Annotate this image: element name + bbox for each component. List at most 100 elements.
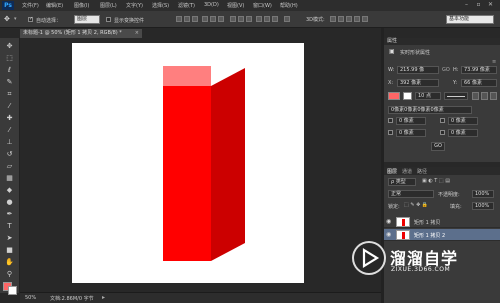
- layer-name[interactable]: 矩形 1 拷贝 2: [414, 232, 445, 239]
- filter-icons[interactable]: ▣ ◐ T ⬚ ▤: [422, 178, 450, 184]
- pen-tool-icon[interactable]: ✒: [4, 209, 15, 219]
- close-tab-icon[interactable]: ×: [135, 29, 139, 38]
- document-canvas[interactable]: [72, 43, 304, 283]
- rectangle-top-shape[interactable]: [163, 66, 211, 86]
- panel-menu-icon[interactable]: ≡: [492, 59, 496, 65]
- gradient-tool-icon[interactable]: ▦: [4, 173, 15, 183]
- align-hcenter-icon[interactable]: [210, 16, 216, 22]
- lasso-tool-icon[interactable]: ℓ: [4, 65, 15, 75]
- clone-stamp-tool-icon[interactable]: ⊥: [4, 137, 15, 147]
- align-vcenter-icon[interactable]: [184, 16, 190, 22]
- corner-topright-field[interactable]: 0 像素: [448, 117, 478, 125]
- auto-select-checkbox[interactable]: ✓: [28, 16, 33, 22]
- close-icon[interactable]: ✕: [486, 1, 495, 9]
- fill-color-swatch[interactable]: [388, 92, 400, 100]
- height-field[interactable]: 73.99 像素: [461, 66, 497, 74]
- layer-name[interactable]: 矩形 1 拷贝: [414, 219, 440, 226]
- minimize-icon[interactable]: –: [462, 1, 471, 9]
- distribute-bottom-icon[interactable]: [246, 16, 252, 22]
- align-bottom-icon[interactable]: [192, 16, 198, 22]
- visibility-eye-icon[interactable]: ◉: [386, 231, 391, 238]
- crop-tool-icon[interactable]: ⌗: [4, 89, 15, 99]
- path-selection-tool-icon[interactable]: ➤: [4, 233, 15, 243]
- stroke-width-field[interactable]: 10 点: [415, 92, 441, 100]
- opacity-field[interactable]: 100%: [472, 190, 494, 198]
- chevron-down-icon[interactable]: ▾: [14, 16, 17, 22]
- 3d-rotate-icon[interactable]: [330, 16, 336, 22]
- brush-tool-icon[interactable]: ⁄: [4, 125, 15, 135]
- transform-controls-checkbox[interactable]: [106, 17, 111, 22]
- fill-field[interactable]: 100%: [472, 202, 494, 210]
- rectangle-front-shape[interactable]: [163, 86, 211, 261]
- menu-window[interactable]: 窗口(W): [253, 2, 272, 9]
- corner-bottomleft-checkbox[interactable]: [388, 130, 393, 135]
- align-right-icon[interactable]: [218, 16, 224, 22]
- tab-layers[interactable]: 图层: [387, 168, 397, 175]
- corner-bottomright-field[interactable]: 0 像素: [448, 129, 478, 137]
- layer-filter-dropdown[interactable]: ρ 类型: [388, 178, 416, 186]
- maximize-icon[interactable]: ▫: [474, 1, 483, 9]
- blend-mode-dropdown[interactable]: 正常: [388, 190, 434, 198]
- corner-bottomright-checkbox[interactable]: [440, 130, 445, 135]
- menu-image[interactable]: 图像(I): [74, 2, 89, 9]
- menu-file[interactable]: 文件(F): [22, 2, 39, 9]
- marquee-tool-icon[interactable]: ⬚: [4, 53, 15, 63]
- tab-channels[interactable]: 通道: [402, 168, 412, 175]
- corner-topright-checkbox[interactable]: [440, 118, 445, 123]
- layer-row-selected[interactable]: ◉ 矩形 1 拷贝 2: [384, 229, 500, 241]
- align-stroke-icon[interactable]: [472, 92, 479, 100]
- menu-type[interactable]: 文字(Y): [126, 2, 143, 9]
- menu-edit[interactable]: 编辑(E): [46, 2, 63, 9]
- rectangle-tool-icon[interactable]: ■: [4, 245, 15, 255]
- zoom-level[interactable]: 50%: [25, 295, 36, 301]
- visibility-eye-icon[interactable]: ◉: [386, 218, 391, 225]
- distribute-vcenter-icon[interactable]: [238, 16, 244, 22]
- type-tool-icon[interactable]: T: [4, 221, 15, 231]
- blur-tool-icon[interactable]: ◆: [4, 185, 15, 195]
- align-left-icon[interactable]: [202, 16, 208, 22]
- corner-radius-summary[interactable]: 0像素0像素0像素0像素: [388, 106, 472, 114]
- link-corners-checkbox[interactable]: [388, 118, 393, 123]
- info-arrow-icon[interactable]: ▸: [102, 294, 105, 301]
- stroke-color-swatch[interactable]: [403, 92, 412, 100]
- move-tool-icon[interactable]: ✥: [4, 41, 15, 51]
- 3d-slide-icon[interactable]: [354, 16, 360, 22]
- menu-view[interactable]: 视图(V): [227, 2, 244, 9]
- history-brush-tool-icon[interactable]: ↺: [4, 149, 15, 159]
- 3d-pan-icon[interactable]: [346, 16, 352, 22]
- corner-topleft-field[interactable]: 0 像素: [396, 117, 426, 125]
- stroke-corners-icon[interactable]: [490, 92, 497, 100]
- tab-paths[interactable]: 路径: [417, 168, 427, 175]
- menu-3d[interactable]: 3D(D): [204, 2, 219, 8]
- stroke-type-dropdown[interactable]: [444, 92, 468, 100]
- distribute-left-icon[interactable]: [256, 16, 262, 22]
- hand-tool-icon[interactable]: ✋: [4, 257, 15, 267]
- menu-select[interactable]: 选择(S): [152, 2, 169, 9]
- x-field[interactable]: 392 像素: [397, 79, 439, 87]
- width-field[interactable]: 215.99 像: [397, 66, 439, 74]
- zoom-tool-icon[interactable]: ⚲: [4, 269, 15, 279]
- corner-bottomleft-field[interactable]: 0 像素: [396, 129, 426, 137]
- workspace-dropdown[interactable]: 基本功能: [446, 15, 494, 24]
- menu-layer[interactable]: 图层(L): [100, 2, 117, 9]
- 3d-scale-icon[interactable]: [362, 16, 368, 22]
- lock-icons[interactable]: ⬚ ✎ ✥ 🔒: [404, 202, 428, 208]
- dodge-tool-icon[interactable]: ●: [4, 197, 15, 207]
- go-button[interactable]: GO: [431, 142, 445, 151]
- distribute-hcenter-icon[interactable]: [264, 16, 270, 22]
- layer-row[interactable]: ◉ 矩形 1 拷贝: [384, 216, 500, 228]
- menu-help[interactable]: 帮助(H): [280, 2, 298, 9]
- 3d-roll-icon[interactable]: [338, 16, 344, 22]
- menu-filter[interactable]: 滤镜(T): [178, 2, 195, 9]
- eraser-tool-icon[interactable]: ▱: [4, 161, 15, 171]
- eyedropper-tool-icon[interactable]: ⁄: [4, 101, 15, 111]
- align-top-icon[interactable]: [176, 16, 182, 22]
- healing-brush-tool-icon[interactable]: ✚: [4, 113, 15, 123]
- rectangle-side-shape[interactable]: [211, 68, 245, 261]
- move-tool-icon[interactable]: ✥: [4, 15, 10, 23]
- quick-select-tool-icon[interactable]: ✎: [4, 77, 15, 87]
- link-dimensions-icon[interactable]: GO: [442, 67, 450, 73]
- background-color-swatch[interactable]: [8, 286, 17, 295]
- auto-select-dropdown[interactable]: 图层: [74, 15, 100, 24]
- document-tab[interactable]: 未标题-1 @ 50% (矩形 1 拷贝 2, RGB/8) * ×: [20, 29, 142, 38]
